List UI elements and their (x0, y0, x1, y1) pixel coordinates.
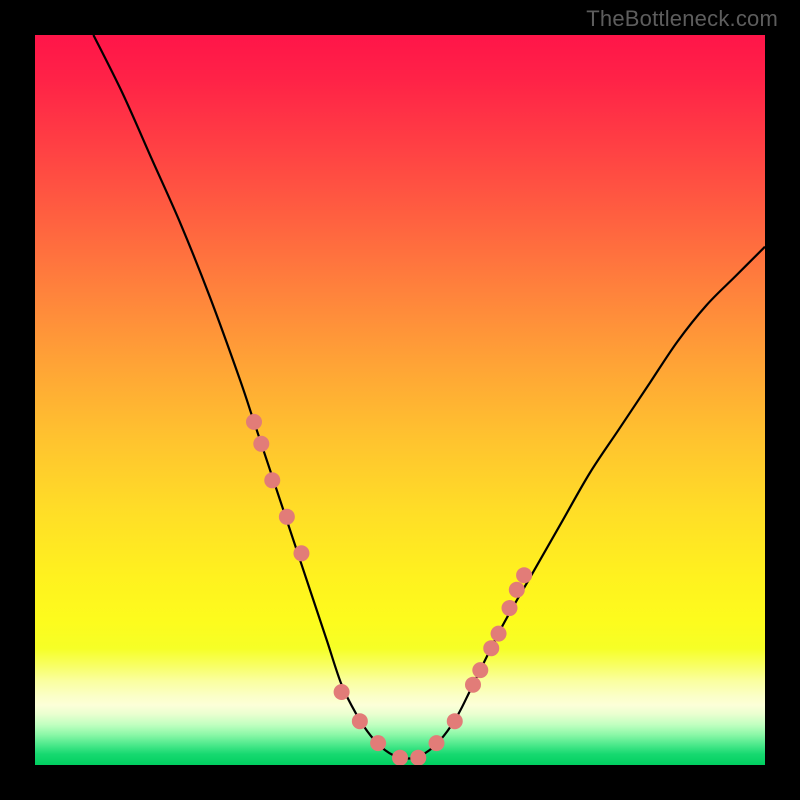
scatter-point (264, 472, 280, 488)
scatter-point (429, 735, 445, 751)
bottleneck-curve (93, 35, 765, 759)
scatter-point (334, 684, 350, 700)
scatter-point (465, 677, 481, 693)
scatter-markers (246, 414, 532, 765)
watermark-text: TheBottleneck.com (586, 6, 778, 32)
scatter-point (370, 735, 386, 751)
scatter-point (516, 567, 532, 583)
scatter-point (352, 713, 368, 729)
scatter-point (472, 662, 488, 678)
scatter-point (392, 750, 408, 765)
scatter-point (293, 545, 309, 561)
scatter-point (502, 600, 518, 616)
plot-area (35, 35, 765, 765)
scatter-point (483, 640, 499, 656)
scatter-point (447, 713, 463, 729)
scatter-point (509, 582, 525, 598)
scatter-point (279, 509, 295, 525)
curve-layer (35, 35, 765, 765)
scatter-point (253, 436, 269, 452)
scatter-point (491, 626, 507, 642)
scatter-point (410, 750, 426, 765)
scatter-point (246, 414, 262, 430)
chart-frame: TheBottleneck.com (0, 0, 800, 800)
